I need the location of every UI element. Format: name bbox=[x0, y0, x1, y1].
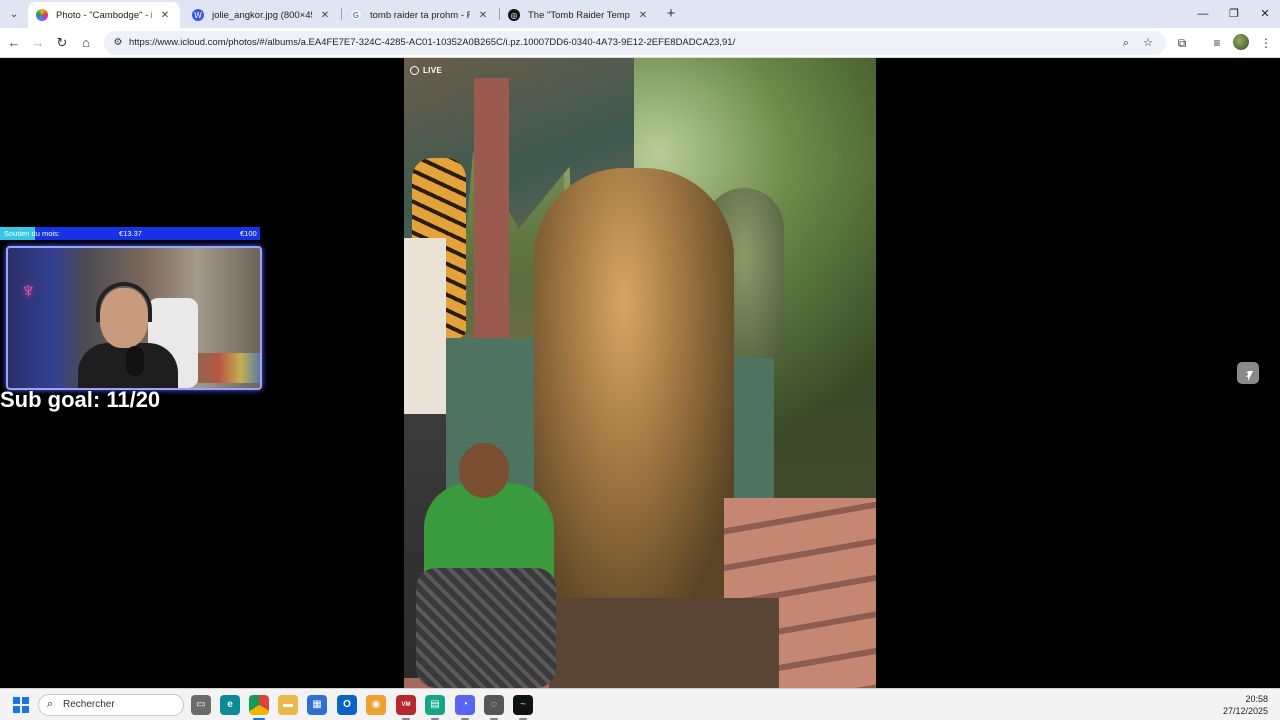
reload-icon: ↻ bbox=[56, 35, 68, 50]
terminal-icon[interactable]: ~ bbox=[513, 695, 533, 720]
google-icon: G bbox=[350, 9, 362, 21]
wordpress-icon: W bbox=[192, 9, 204, 21]
photo-lion-statue bbox=[534, 168, 734, 618]
browser-toolbar: ← → ↻ ⌂ ⚙ https://www.icloud.com/photos/… bbox=[0, 28, 1280, 58]
headset-icon bbox=[96, 282, 152, 322]
webcam-shelf bbox=[198, 353, 260, 383]
microphone-icon bbox=[126, 346, 144, 376]
tab-title: jolie_angkor.jpg (800×451) bbox=[212, 9, 312, 21]
photo-boy-legs bbox=[416, 568, 556, 688]
site-info-icon[interactable]: ⚙ bbox=[110, 35, 126, 51]
home-icon: ⌂ bbox=[82, 35, 90, 50]
reload-button[interactable]: ↻ bbox=[52, 33, 72, 53]
tab-icloud-photos[interactable]: Photo - "Cambodge" - iCloud Photos ✕ bbox=[28, 2, 180, 28]
tab-jolie-angkor[interactable]: W jolie_angkor.jpg (800×451) ✕ bbox=[184, 2, 340, 28]
live-label: LIVE bbox=[423, 65, 442, 75]
taskbar-search[interactable]: ⌕ Rechercher bbox=[38, 694, 184, 716]
neon-sign-icon: ♆ bbox=[20, 278, 37, 303]
arrow-left-icon: ← bbox=[7, 35, 21, 50]
back-button[interactable]: ← bbox=[4, 33, 24, 53]
file-explorer-icon[interactable]: ▬ bbox=[278, 695, 298, 715]
voicemeeter-icon[interactable]: VM bbox=[396, 695, 416, 720]
photo-boy-head bbox=[459, 443, 509, 498]
new-tab-button[interactable]: + bbox=[662, 5, 680, 23]
tab-title: The "Tomb Raider Temple" - Ta Prohm bbox=[528, 9, 630, 21]
edge-icon[interactable]: e bbox=[220, 695, 240, 715]
close-icon[interactable]: ✕ bbox=[636, 8, 650, 22]
discord-icon[interactable]: ◔ bbox=[455, 695, 475, 720]
donation-current: €13.37 bbox=[119, 229, 142, 238]
close-icon: ✕ bbox=[1260, 8, 1270, 20]
close-icon[interactable]: ✕ bbox=[476, 8, 490, 22]
donation-goal-bar: Soutien du mois: €13.37 €100 bbox=[0, 227, 260, 240]
store-icon[interactable]: ▦ bbox=[307, 695, 327, 715]
clock-date[interactable]: 27/12/2025 bbox=[1218, 706, 1268, 716]
photo-statue-base bbox=[549, 598, 779, 688]
close-icon[interactable]: ✕ bbox=[158, 8, 172, 22]
tripadvisor-icon: ◎ bbox=[508, 9, 520, 21]
zoom-icon[interactable]: ⌕ bbox=[1118, 35, 1134, 51]
minimize-icon: — bbox=[1197, 8, 1209, 20]
tab-title: tomb raider ta prohm - Recherche Google bbox=[370, 9, 470, 21]
close-icon[interactable]: ✕ bbox=[318, 8, 332, 22]
tab-title: Photo - "Cambodge" - iCloud Photos bbox=[56, 9, 152, 21]
menu-icon[interactable]: ⋮ bbox=[1256, 33, 1276, 53]
live-photo-icon bbox=[410, 65, 419, 75]
tab-tomb-raider-temple[interactable]: ◎ The "Tomb Raider Temple" - Ta Prohm ✕ bbox=[500, 2, 658, 28]
minimize-button[interactable]: — bbox=[1188, 4, 1218, 24]
outlook-icon[interactable]: O bbox=[337, 695, 357, 715]
tab-search-button[interactable]: ⌄ bbox=[4, 4, 24, 24]
mouse-cursor-icon bbox=[1248, 371, 1253, 381]
bookmark-star-icon[interactable]: ☆ bbox=[1140, 35, 1156, 51]
extensions-icon[interactable]: ⧉ bbox=[1172, 33, 1192, 53]
tab-strip: ⌄ Photo - "Cambodge" - iCloud Photos ✕ W… bbox=[0, 0, 1280, 28]
task-view-icon[interactable]: ▭ bbox=[191, 695, 211, 715]
chrome-icon[interactable] bbox=[249, 695, 269, 720]
photos-icon bbox=[36, 9, 48, 21]
search-icon: ⌕ bbox=[47, 698, 54, 710]
arrow-right-icon: → bbox=[31, 35, 45, 50]
taskbar: ⌕ Rechercher ▭ e ▬ ▦ O ◉ VM ▤ ◔ ◌ ~ 20:5… bbox=[0, 688, 1280, 720]
photo[interactable]: LIVE bbox=[404, 58, 876, 688]
plus-icon: + bbox=[666, 5, 676, 22]
profile-avatar[interactable] bbox=[1233, 34, 1249, 50]
restore-button[interactable]: ❐ bbox=[1219, 4, 1249, 24]
screen: ⌄ Photo - "Cambodge" - iCloud Photos ✕ W… bbox=[0, 0, 1280, 720]
close-window-button[interactable]: ✕ bbox=[1250, 4, 1280, 24]
chevron-down-icon: ⌄ bbox=[9, 8, 19, 20]
restore-icon: ❐ bbox=[1229, 8, 1239, 20]
donation-goal: €100 bbox=[240, 229, 257, 238]
forward-button[interactable]: → bbox=[28, 33, 48, 53]
home-button[interactable]: ⌂ bbox=[76, 33, 96, 53]
windows-start-icon[interactable] bbox=[13, 697, 29, 713]
taskbar-search-placeholder: Rechercher bbox=[63, 699, 115, 710]
app-icon[interactable]: ▤ bbox=[425, 695, 445, 720]
obs-icon[interactable]: ◌ bbox=[484, 695, 504, 720]
address-bar[interactable]: ⚙ https://www.icloud.com/photos/#/albums… bbox=[104, 31, 1166, 55]
tab-google-search[interactable]: G tomb raider ta prohm - Recherche Googl… bbox=[342, 2, 498, 28]
clock-time[interactable]: 20:58 bbox=[1236, 694, 1268, 704]
donation-label: Soutien du mois: bbox=[4, 229, 60, 238]
live-badge[interactable]: LIVE bbox=[410, 64, 442, 76]
browser-app-icon[interactable]: ◉ bbox=[366, 695, 386, 715]
webcam-overlay: ♆ bbox=[6, 246, 262, 390]
sub-goal-text: Sub goal: 11/20 bbox=[0, 387, 161, 412]
url-text: https://www.icloud.com/photos/#/albums/a… bbox=[129, 37, 736, 48]
media-controls-icon[interactable]: ≡ bbox=[1207, 33, 1227, 53]
